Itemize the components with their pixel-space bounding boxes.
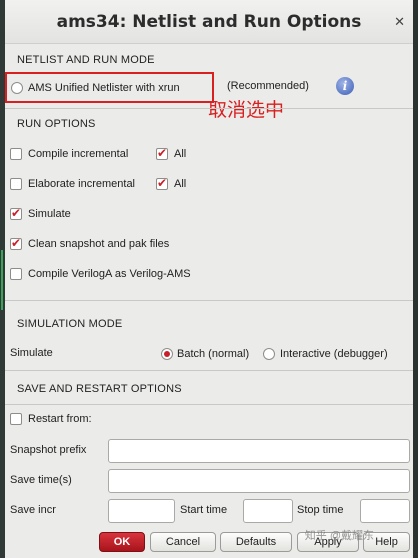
window-title: ams34: Netlist and Run Options bbox=[56, 12, 362, 32]
clean-snapshot-checkbox[interactable] bbox=[10, 236, 22, 253]
divider bbox=[5, 404, 413, 405]
snapshot-prefix-label: Snapshot prefix bbox=[10, 444, 87, 456]
title-bar[interactable]: ams34: Netlist and Run Options ✕ bbox=[5, 0, 413, 44]
snapshot-prefix-input[interactable] bbox=[108, 439, 410, 463]
watermark-text: 知乎 @戴耀东 bbox=[304, 530, 374, 542]
compile-incremental-checkbox[interactable] bbox=[10, 148, 22, 163]
divider bbox=[5, 300, 413, 301]
compile-incremental-label: Compile incremental bbox=[28, 148, 129, 160]
simulate-checkbox[interactable] bbox=[10, 206, 22, 223]
save-times-label: Save time(s) bbox=[10, 474, 72, 486]
ok-button[interactable]: OK bbox=[99, 532, 145, 552]
info-icon[interactable]: i bbox=[336, 77, 354, 95]
batch-mode-radio[interactable] bbox=[161, 348, 173, 360]
compile-veriloga-label: Compile VerilogA as Verilog-AMS bbox=[28, 268, 191, 280]
elaborate-all-checkbox[interactable] bbox=[156, 176, 168, 193]
netlist-section-title: NETLIST AND RUN MODE bbox=[17, 54, 155, 66]
stop-time-label: Stop time bbox=[297, 504, 344, 516]
elaborate-incremental-checkbox[interactable] bbox=[10, 178, 22, 193]
restart-from-label: Restart from: bbox=[28, 413, 92, 425]
batch-mode-label: Batch (normal) bbox=[177, 348, 250, 360]
save-restart-section-title: SAVE AND RESTART OPTIONS bbox=[17, 383, 182, 395]
clean-snapshot-label: Clean snapshot and pak files bbox=[28, 238, 170, 250]
compile-veriloga-checkbox[interactable] bbox=[10, 268, 22, 283]
interactive-mode-label: Interactive (debugger) bbox=[280, 348, 388, 360]
interactive-mode-radio[interactable] bbox=[263, 348, 275, 360]
annotation-highlight-box bbox=[5, 72, 214, 103]
save-incr-input[interactable] bbox=[108, 499, 175, 523]
stop-time-input[interactable] bbox=[360, 499, 410, 523]
run-options-section-title: RUN OPTIONS bbox=[17, 118, 96, 130]
save-times-input[interactable] bbox=[108, 469, 410, 493]
compile-all-checkbox[interactable] bbox=[156, 146, 168, 163]
divider bbox=[5, 370, 413, 371]
close-icon[interactable]: ✕ bbox=[394, 14, 405, 30]
start-time-label: Start time bbox=[180, 504, 228, 516]
simulation-mode-section-title: SIMULATION MODE bbox=[17, 318, 123, 330]
simulate-mode-label: Simulate bbox=[10, 347, 53, 359]
window-right-edge bbox=[413, 0, 418, 558]
restart-from-checkbox[interactable] bbox=[10, 413, 22, 428]
cancel-button[interactable]: Cancel bbox=[150, 532, 216, 552]
save-incr-label: Save incr bbox=[10, 504, 56, 516]
divider bbox=[5, 108, 413, 109]
elaborate-incremental-label: Elaborate incremental bbox=[28, 178, 136, 190]
simulate-label: Simulate bbox=[28, 208, 71, 220]
elaborate-all-label: All bbox=[174, 178, 187, 190]
start-time-input[interactable] bbox=[243, 499, 293, 523]
recommended-label: (Recommended) bbox=[227, 80, 309, 92]
compile-all-label: All bbox=[174, 148, 187, 160]
defaults-button[interactable]: Defaults bbox=[220, 532, 292, 552]
